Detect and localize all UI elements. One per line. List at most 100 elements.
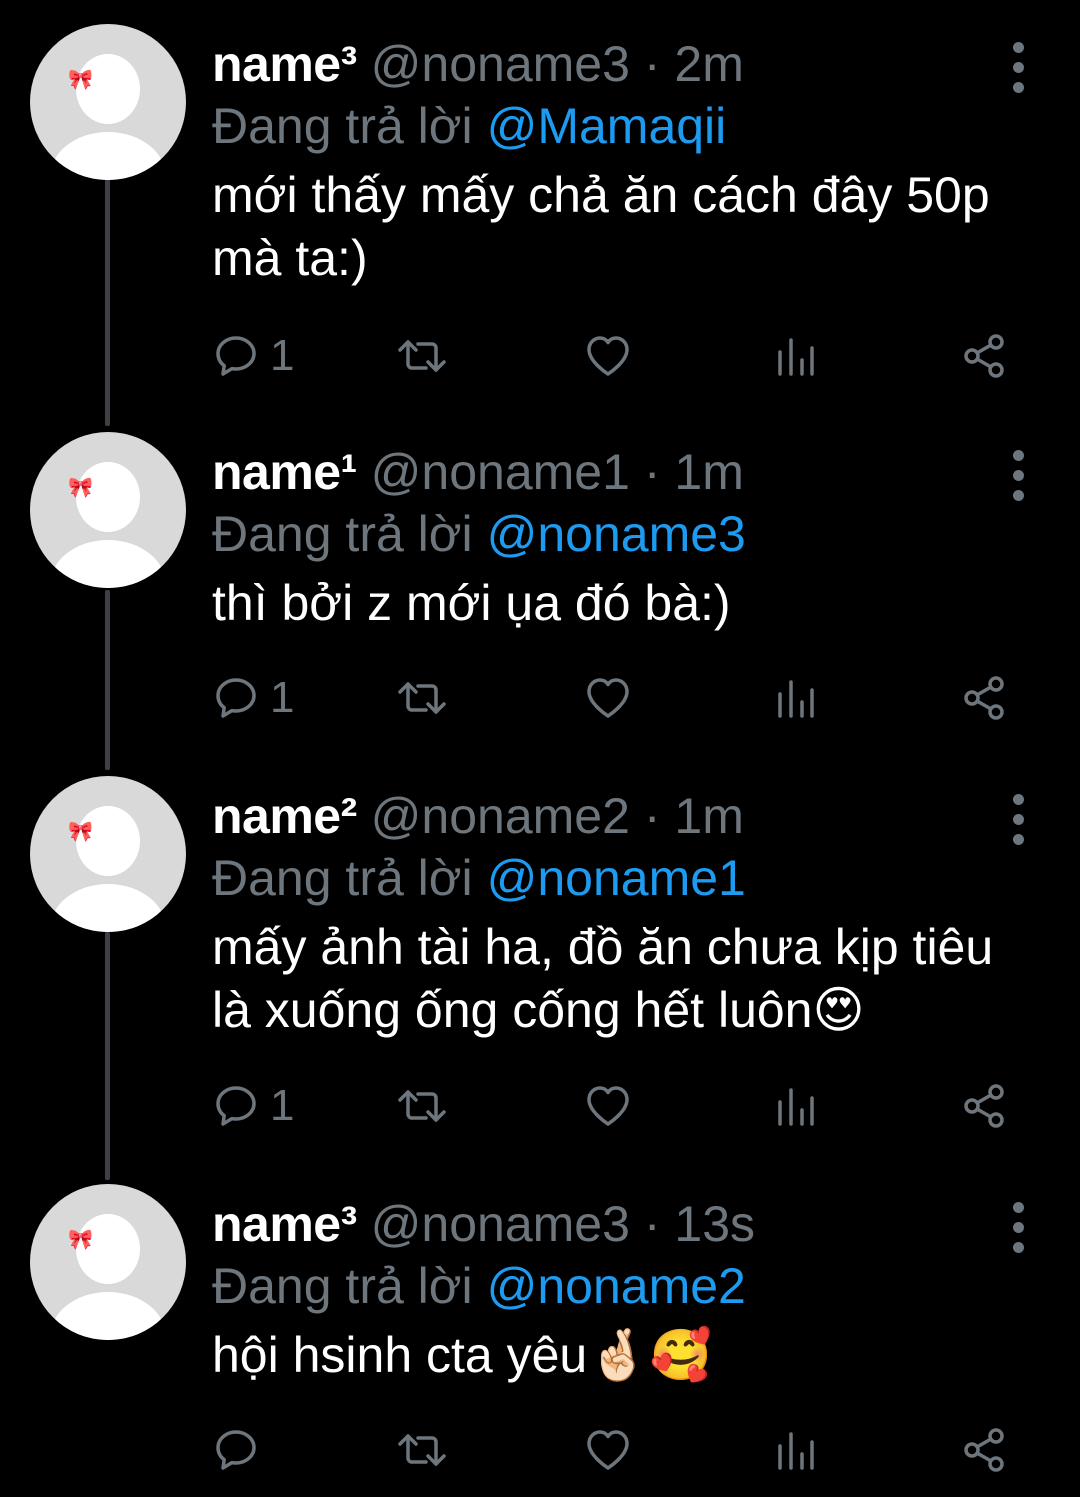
like-button[interactable]: [584, 1076, 632, 1136]
analytics-button[interactable]: [774, 326, 818, 386]
tweet-actions: 1: [212, 668, 1042, 728]
tweet-text: mấy ảnh tài ha, đồ ăn chưa kịp tiêu là x…: [212, 919, 994, 1038]
retweet-icon: [398, 340, 446, 372]
analytics-button[interactable]: [774, 668, 818, 728]
avatar[interactable]: 🎀: [30, 776, 186, 932]
tweet-header: name² @noname2 · 1m: [212, 786, 744, 846]
replying-to: Đang trả lời @noname3: [212, 504, 746, 564]
heart-icon: [587, 1086, 629, 1126]
reply-icon: [216, 678, 256, 718]
reply-button[interactable]: [212, 1420, 270, 1480]
replying-to: Đang trả lời @noname1: [212, 848, 746, 908]
heart-icon: [587, 678, 629, 718]
timestamp[interactable]: 1m: [674, 788, 743, 844]
like-button[interactable]: [584, 326, 632, 386]
reply-button[interactable]: 1: [212, 668, 294, 728]
analytics-icon: [778, 1432, 814, 1470]
share-icon: [964, 334, 1004, 378]
reply-button[interactable]: 1: [212, 1076, 294, 1136]
retweet-button[interactable]: [396, 668, 448, 728]
reply-count: 1: [270, 331, 295, 380]
replying-to: Đang trả lời @Mamaqii: [212, 96, 726, 156]
tweet[interactable]: 🎀 name¹ @noname1 · 1m Đang trả lời @nona…: [0, 432, 1080, 762]
more-vertical-icon[interactable]: [1000, 38, 1040, 98]
replying-to: Đang trả lời @noname2: [212, 1256, 746, 1316]
share-icon: [964, 676, 1004, 720]
bow-icon: 🎀: [68, 1229, 93, 1251]
tweet[interactable]: 🎀 name² @noname2 · 1m Đang trả lời @nona…: [0, 776, 1080, 1166]
replying-to-label: Đang trả lời: [212, 506, 473, 562]
avatar-shoulders: [50, 1292, 166, 1340]
replying-to-label: Đang trả lời: [212, 1258, 473, 1314]
avatar-shoulders: [50, 132, 166, 180]
tweet-text: thì bởi z mới ụa đó bà:): [212, 575, 731, 631]
replying-to-label: Đang trả lời: [212, 850, 473, 906]
user-handle[interactable]: @noname2: [371, 788, 630, 844]
replying-to-label: Đang trả lời: [212, 98, 473, 154]
timestamp[interactable]: 2m: [674, 36, 743, 92]
reply-icon: [216, 1086, 256, 1126]
like-button[interactable]: [584, 668, 632, 728]
tweet-text: hội hsinh cta yêu🤞🏻🥰: [212, 1327, 712, 1383]
avatar[interactable]: 🎀: [30, 1184, 186, 1340]
analytics-button[interactable]: [774, 1076, 818, 1136]
avatar-shoulders: [50, 540, 166, 588]
user-handle[interactable]: @noname3: [371, 1196, 630, 1252]
display-name[interactable]: name³: [212, 36, 357, 92]
bow-icon: 🎀: [68, 821, 93, 843]
tweet-header: name³ @noname3 · 13s: [212, 1194, 755, 1254]
analytics-button[interactable]: [774, 1420, 818, 1480]
reply-button[interactable]: 1: [212, 326, 294, 386]
tweet-header: name¹ @noname1 · 1m: [212, 442, 744, 502]
tweet-actions: 1: [212, 326, 1042, 386]
reply-count: 1: [270, 673, 295, 722]
bow-icon: 🎀: [68, 69, 93, 91]
avatar[interactable]: 🎀: [30, 24, 186, 180]
separator-dot: ·: [643, 36, 661, 92]
heart-icon: [587, 336, 629, 376]
like-button[interactable]: [584, 1420, 632, 1480]
tweet-header: name³ @noname3 · 2m: [212, 34, 744, 94]
analytics-icon: [778, 680, 814, 718]
share-button[interactable]: [960, 1420, 1008, 1480]
share-button[interactable]: [960, 326, 1008, 386]
more-vertical-icon[interactable]: [1000, 790, 1040, 850]
timestamp[interactable]: 13s: [674, 1196, 755, 1252]
retweet-icon: [398, 1434, 446, 1466]
share-icon: [964, 1084, 1004, 1128]
display-name[interactable]: name²: [212, 788, 357, 844]
display-name[interactable]: name³: [212, 1196, 357, 1252]
reply-count: 1: [270, 1081, 295, 1130]
share-button[interactable]: [960, 1076, 1008, 1136]
mention-link[interactable]: @noname2: [487, 1258, 746, 1314]
separator-dot: ·: [643, 1196, 661, 1252]
mention-link[interactable]: @Mamaqii: [487, 98, 727, 154]
mention-link[interactable]: @noname1: [487, 850, 746, 906]
timestamp[interactable]: 1m: [674, 444, 743, 500]
tweet[interactable]: 🎀 name³ @noname3 · 2m Đang trả lời @Mama…: [0, 24, 1080, 414]
bow-icon: 🎀: [68, 477, 93, 499]
reply-icon: [216, 1430, 256, 1470]
tweet-actions: [212, 1420, 1042, 1480]
separator-dot: ·: [643, 444, 661, 500]
avatar-shoulders: [50, 884, 166, 932]
user-handle[interactable]: @noname3: [371, 36, 630, 92]
more-vertical-icon[interactable]: [1000, 1198, 1040, 1258]
retweet-button[interactable]: [396, 1420, 448, 1480]
avatar[interactable]: 🎀: [30, 432, 186, 588]
tweet-actions: 1: [212, 1076, 1042, 1136]
share-button[interactable]: [960, 668, 1008, 728]
reply-icon: [216, 336, 256, 376]
analytics-icon: [778, 338, 814, 376]
retweet-icon: [398, 682, 446, 714]
tweet-text: mới thấy mấy chả ăn cách đây 50p mà ta:): [212, 167, 990, 286]
retweet-button[interactable]: [396, 326, 448, 386]
retweet-button[interactable]: [396, 1076, 448, 1136]
mention-link[interactable]: @noname3: [487, 506, 746, 562]
tweet[interactable]: 🎀 name³ @noname3 · 13s Đang trả lời @non…: [0, 1184, 1080, 1484]
display-name[interactable]: name¹: [212, 444, 357, 500]
analytics-icon: [778, 1088, 814, 1126]
share-icon: [964, 1428, 1004, 1472]
user-handle[interactable]: @noname1: [371, 444, 630, 500]
more-vertical-icon[interactable]: [1000, 446, 1040, 506]
